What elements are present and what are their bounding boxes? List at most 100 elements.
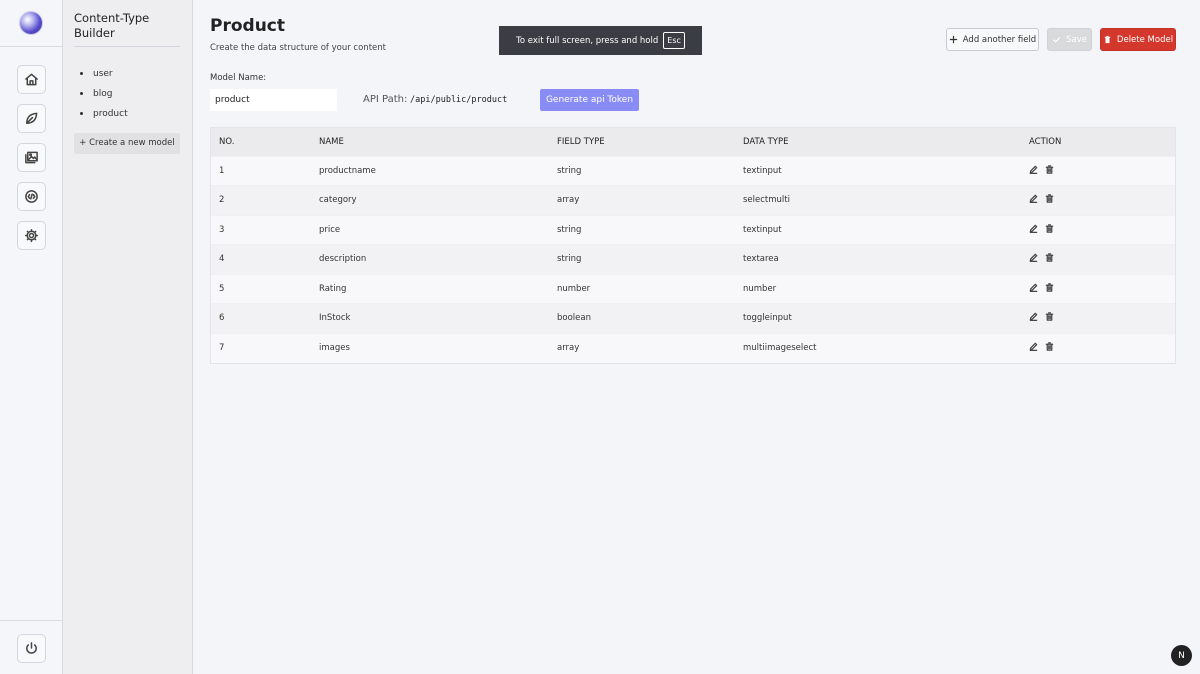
cell-name: price [311, 214, 549, 245]
edit-icon[interactable] [1029, 312, 1038, 322]
cell-name: images [311, 332, 549, 363]
settings-icon [24, 228, 39, 243]
cell-action [1021, 332, 1175, 363]
model-item-product[interactable]: product [80, 107, 128, 127]
delete-icon[interactable] [1045, 224, 1054, 233]
delete-icon[interactable] [1045, 253, 1054, 262]
page-subtitle: Create the data structure of your conten… [210, 43, 386, 53]
model-list: user blog product [80, 67, 128, 127]
cell-no: 5 [211, 273, 311, 304]
nav-settings-button[interactable] [17, 221, 46, 250]
logo[interactable] [0, 0, 62, 47]
api-path-value: /api/public/product [410, 95, 508, 105]
cell-no: 2 [211, 185, 311, 215]
leaf-icon [26, 112, 38, 124]
cell-no: 7 [211, 332, 311, 363]
cell-data-type: multiimageselect [735, 332, 1021, 363]
edit-icon[interactable] [1029, 283, 1038, 292]
home-icon [25, 73, 38, 86]
table-row: 5 Rating number number [211, 273, 1175, 304]
col-header-field-type: FIELD TYPE [549, 128, 735, 156]
delete-icon[interactable] [1045, 283, 1054, 292]
plus-icon [949, 35, 957, 44]
delete-icon[interactable] [1045, 165, 1054, 174]
table-header-row: NO. NAME FIELD TYPE DATA TYPE ACTION [211, 128, 1175, 156]
col-header-action: ACTION [1021, 128, 1175, 156]
col-header-data-type: DATA TYPE [735, 128, 1021, 156]
check-icon [1053, 36, 1061, 43]
cell-field-type: string [549, 214, 735, 245]
logo-orb-icon [20, 12, 42, 34]
add-field-button[interactable]: Add another field [946, 28, 1039, 51]
content-type-sidebar: Content-Type Builder user blog product +… [63, 0, 193, 674]
cell-no: 3 [211, 214, 311, 245]
edit-icon[interactable] [1029, 165, 1038, 174]
cell-action [1021, 244, 1175, 274]
model-name-input[interactable] [210, 89, 337, 111]
api-path-label: API Path: [363, 94, 408, 105]
delete-model-label: Delete Model [1116, 34, 1174, 45]
cell-field-type: string [549, 155, 735, 186]
page-title: Product [210, 16, 285, 36]
save-button[interactable]: Save [1047, 28, 1092, 51]
cell-data-type: toggleinput [735, 303, 1021, 333]
delete-icon[interactable] [1045, 194, 1054, 203]
cell-name: productname [311, 155, 549, 186]
cell-data-type: selectmulti [735, 185, 1021, 215]
generate-token-button[interactable]: Generate api Token [540, 89, 639, 111]
nav-media-button[interactable] [17, 143, 46, 172]
cell-data-type: number [735, 273, 1021, 304]
table-row: 3 price string textinput [211, 214, 1175, 245]
delete-model-button[interactable]: Delete Model [1100, 28, 1176, 51]
create-model-button[interactable]: + Create a new model [74, 133, 180, 154]
cell-field-type: string [549, 244, 735, 274]
cell-data-type: textinput [735, 214, 1021, 245]
cell-action [1021, 303, 1175, 333]
sidebar-title: Content-Type Builder [74, 11, 150, 40]
fullscreen-toast: To exit full screen, press and hold Esc [499, 26, 702, 55]
cell-field-type: array [549, 332, 735, 363]
cell-name: description [311, 244, 549, 274]
cell-name: Rating [311, 273, 549, 304]
model-item-blog[interactable]: blog [80, 87, 128, 107]
cell-action [1021, 214, 1175, 245]
rail-bottom-divider [0, 620, 62, 621]
fields-table: NO. NAME FIELD TYPE DATA TYPE ACTION 1 pr… [210, 127, 1176, 364]
edit-icon[interactable] [1029, 342, 1038, 351]
logout-button[interactable] [17, 634, 46, 663]
model-item-user[interactable]: user [80, 67, 128, 87]
cell-data-type: textinput [735, 155, 1021, 186]
edit-icon[interactable] [1029, 194, 1038, 204]
fullscreen-toast-text: To exit full screen, press and hold [516, 35, 659, 46]
trash-icon [1104, 35, 1111, 44]
nav-api-button[interactable] [17, 182, 46, 211]
table-row: 7 images array multiimageselect [211, 332, 1175, 363]
delete-icon[interactable] [1045, 312, 1054, 321]
cell-no: 1 [211, 155, 311, 186]
gallery-icon [25, 151, 38, 164]
cell-no: 6 [211, 303, 311, 333]
table-row: 6 InStock boolean toggleinput [211, 303, 1175, 333]
col-header-name: NAME [311, 128, 549, 156]
nav-home-button[interactable] [17, 65, 46, 94]
cell-name: category [311, 185, 549, 215]
power-icon [26, 642, 37, 654]
n-badge[interactable]: N [1171, 645, 1192, 666]
cell-name: InStock [311, 303, 549, 333]
table-row: 4 description string textarea [211, 244, 1175, 274]
edit-icon[interactable] [1029, 224, 1038, 233]
cell-action [1021, 155, 1175, 186]
code-icon [25, 190, 38, 203]
delete-icon[interactable] [1045, 342, 1054, 351]
cell-no: 4 [211, 244, 311, 274]
model-name-label: Model Name: [210, 73, 267, 83]
table-row: 2 category array selectmulti [211, 185, 1175, 215]
cell-field-type: number [549, 273, 735, 304]
edit-icon[interactable] [1029, 253, 1038, 263]
cell-action [1021, 185, 1175, 215]
icon-rail [0, 0, 63, 674]
nav-content-button[interactable] [17, 104, 46, 133]
col-header-no: NO. [211, 128, 311, 156]
table-row: 1 productname string textinput [211, 155, 1175, 186]
add-field-label: Add another field [962, 34, 1037, 45]
